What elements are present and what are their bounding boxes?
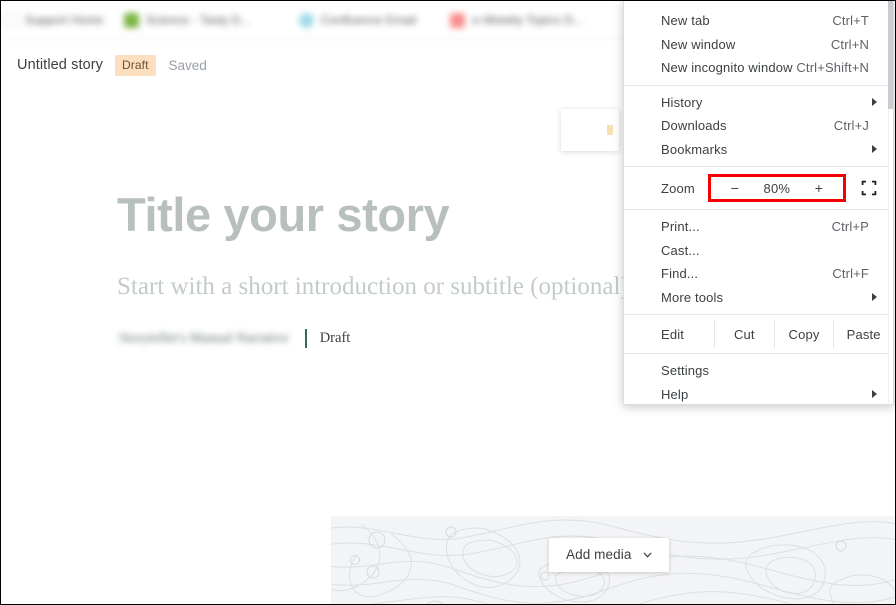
- cut-button[interactable]: Cut: [714, 320, 774, 348]
- byline-status: Draft: [319, 330, 351, 346]
- zoom-label: Zoom: [661, 180, 695, 196]
- bookmark-favicon-icon: [450, 12, 466, 28]
- zoom-in-button[interactable]: +: [801, 180, 837, 196]
- menu-item-label: Find...: [661, 266, 699, 282]
- menu-item-shortcut: Ctrl+T: [832, 13, 869, 29]
- menu-item-label: New tab: [661, 13, 710, 29]
- draft-status-badge: Draft: [115, 54, 156, 76]
- submenu-arrow-icon: [872, 293, 877, 302]
- submenu-arrow-icon: [872, 145, 877, 154]
- bookmark-favicon-icon: [298, 12, 314, 28]
- saved-indicator: Saved: [168, 57, 207, 73]
- menu-separator: [624, 166, 893, 167]
- submenu-arrow-icon: [872, 98, 877, 107]
- menu-scrollbar[interactable]: [888, 1, 893, 404]
- panel-accent: [607, 125, 613, 135]
- menu-item-label: Bookmarks: [661, 141, 728, 157]
- bookmark-label: Support Home: [25, 13, 104, 27]
- add-media-label: Add media: [566, 547, 632, 562]
- menu-separator: [624, 353, 893, 354]
- story-heading-placeholder[interactable]: Title your story: [117, 191, 450, 238]
- zoom-controls[interactable]: − 80% +: [717, 176, 837, 201]
- menu-item-shortcut: Ctrl+J: [833, 118, 869, 134]
- floating-panel-peek: [561, 109, 619, 151]
- menu-item-shortcut: Ctrl+F: [832, 266, 869, 282]
- menu-item-print[interactable]: Print... Ctrl+P: [624, 215, 893, 239]
- bookmark-label: Confluence Email: [320, 13, 417, 27]
- menu-item-bookmarks[interactable]: Bookmarks: [624, 138, 893, 162]
- menu-item-shortcut: Ctrl+Shift+N: [796, 60, 869, 76]
- add-media-button[interactable]: Add media: [549, 538, 670, 572]
- bookmark-label: e-Weekly Topics D...: [472, 13, 584, 27]
- menu-item-more-tools[interactable]: More tools: [624, 286, 893, 310]
- fullscreen-icon[interactable]: [861, 180, 877, 196]
- bookmark-favicon-icon: [3, 12, 18, 28]
- bookmark-item[interactable]: e-Weekly Topics D...: [450, 12, 584, 28]
- menu-item-label: Settings: [661, 363, 710, 379]
- byline-author: Storyteller's Manual Narrative: [119, 330, 289, 346]
- bookmark-label: Science - Tasty D...: [145, 13, 251, 27]
- menu-item-label: New window: [661, 36, 736, 52]
- bookmark-item[interactable]: Confluence Email: [298, 12, 417, 28]
- browser-screen: Support Home Science - Tasty D... Conflu…: [0, 0, 896, 605]
- bookmark-favicon-icon: [123, 12, 139, 28]
- menu-scrollbar-thumb[interactable]: [888, 1, 893, 109]
- menu-item-label: More tools: [661, 289, 724, 305]
- menu-item-label: Cast...: [661, 242, 700, 258]
- menu-zoom-row[interactable]: Zoom − 80% +: [624, 172, 893, 204]
- bookmark-item[interactable]: Science - Tasty D...: [123, 12, 251, 28]
- paste-button[interactable]: Paste: [833, 320, 893, 348]
- zoom-out-button[interactable]: −: [717, 180, 753, 196]
- menu-item-downloads[interactable]: Downloads Ctrl+J: [624, 114, 893, 138]
- menu-item-settings[interactable]: Settings: [624, 359, 893, 383]
- menu-item-label: Help: [661, 386, 689, 402]
- menu-item-label: History: [661, 94, 703, 110]
- story-title[interactable]: Untitled story: [17, 57, 103, 73]
- menu-separator: [624, 209, 893, 210]
- menu-separator: [624, 84, 893, 86]
- edit-label: Edit: [661, 326, 685, 342]
- story-subtitle-placeholder[interactable]: Start with a short introduction or subti…: [117, 273, 629, 301]
- menu-item-cast[interactable]: Cast...: [624, 239, 893, 263]
- menu-edit-row: Edit Cut Copy Paste: [624, 320, 893, 348]
- menu-item-history[interactable]: History: [624, 91, 893, 115]
- chevron-down-icon: [643, 552, 653, 558]
- byline-divider: [304, 329, 307, 348]
- menu-item-label: Downloads: [661, 118, 727, 134]
- bookmark-item[interactable]: Support Home: [3, 12, 104, 28]
- menu-item-new-window[interactable]: New window Ctrl+N: [624, 33, 893, 57]
- menu-top-padding: [624, 1, 893, 9]
- zoom-level-value: 80%: [763, 180, 791, 196]
- menu-item-shortcut: Ctrl+P: [831, 219, 869, 235]
- menu-item-new-incognito-window[interactable]: New incognito window Ctrl+Shift+N: [624, 56, 893, 80]
- menu-item-find[interactable]: Find... Ctrl+F: [624, 262, 893, 286]
- menu-separator: [624, 314, 893, 315]
- chrome-main-menu[interactable]: New tab Ctrl+T New window Ctrl+N New inc…: [623, 1, 894, 405]
- menu-item-new-tab[interactable]: New tab Ctrl+T: [624, 9, 893, 33]
- submenu-arrow-icon: [872, 390, 877, 399]
- byline: Storyteller's Manual Narrative Draft: [119, 329, 350, 348]
- menu-item-label: New incognito window: [661, 60, 793, 76]
- menu-item-help[interactable]: Help: [624, 383, 893, 405]
- copy-button[interactable]: Copy: [773, 320, 834, 348]
- menu-item-shortcut: Ctrl+N: [830, 36, 869, 52]
- menu-item-label: Print...: [661, 219, 700, 235]
